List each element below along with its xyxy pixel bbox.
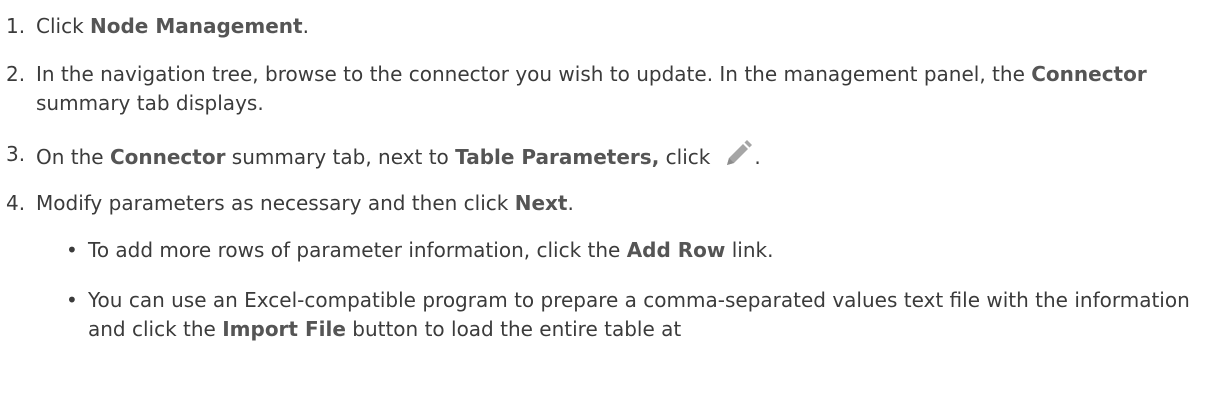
- bullet-text: You can use an Excel-compatible program …: [88, 286, 1190, 344]
- instruction-document: 1. Click Node Management. 2. In the navi…: [0, 0, 1206, 404]
- bullet-text-segment: button to load the entire table at: [345, 317, 682, 341]
- bullet-item-2: • You can use an Excel-compatible progra…: [0, 286, 1190, 344]
- step-text: Modify parameters as necessary and then …: [36, 189, 1190, 218]
- ui-term-next: Next: [514, 191, 568, 215]
- bullet-text-segment: To add more rows of parameter informatio…: [88, 238, 627, 262]
- step-3: 3. On the Connector summary tab, next to…: [0, 140, 1190, 176]
- step-text-segment: .: [754, 145, 761, 169]
- ui-term-import-file: Import File: [222, 317, 346, 341]
- step-text-segment: In the navigation tree, browse to the co…: [36, 62, 1032, 86]
- step-number: 1.: [6, 14, 26, 38]
- step-text: Click Node Management.: [36, 12, 1190, 41]
- step-text-segment: .: [302, 14, 309, 38]
- step-text-segment: On the: [36, 145, 110, 169]
- step-text-segment: Click: [36, 14, 91, 38]
- step-4: 4. Modify parameters as necessary and th…: [0, 189, 1190, 218]
- step-text-segment: Modify parameters as necessary and then …: [36, 191, 515, 215]
- step-text-segment: .: [567, 191, 574, 215]
- step-2: 2. In the navigation tree, browse to the…: [0, 60, 1190, 118]
- bullet-marker: •: [66, 238, 78, 262]
- bullet-text-segment: link.: [725, 238, 774, 262]
- bullet-marker: •: [66, 288, 78, 312]
- step-1: 1. Click Node Management.: [0, 12, 1190, 41]
- step-text-segment: click: [659, 145, 711, 169]
- step-text: On the Connector summary tab, next to Ta…: [36, 140, 1190, 176]
- ui-term-connector: Connector: [1031, 62, 1147, 86]
- ui-term-table-parameters: Table Parameters,: [455, 145, 660, 169]
- step-text-segment: summary tab displays.: [36, 91, 264, 115]
- step-number: 2.: [6, 62, 26, 86]
- step-text-segment: summary tab, next to: [225, 145, 456, 169]
- ui-term-add-row: Add Row: [626, 238, 726, 262]
- bullet-text: To add more rows of parameter informatio…: [88, 236, 1190, 265]
- ui-term-connector: Connector: [109, 145, 226, 169]
- bullet-item-1: • To add more rows of parameter informat…: [0, 236, 1190, 265]
- pencil-icon[interactable]: [724, 140, 754, 176]
- step-number: 3.: [6, 142, 26, 166]
- ui-term-node-management: Node Management: [90, 14, 303, 38]
- step-number: 4.: [6, 191, 26, 215]
- step-text: In the navigation tree, browse to the co…: [36, 60, 1190, 118]
